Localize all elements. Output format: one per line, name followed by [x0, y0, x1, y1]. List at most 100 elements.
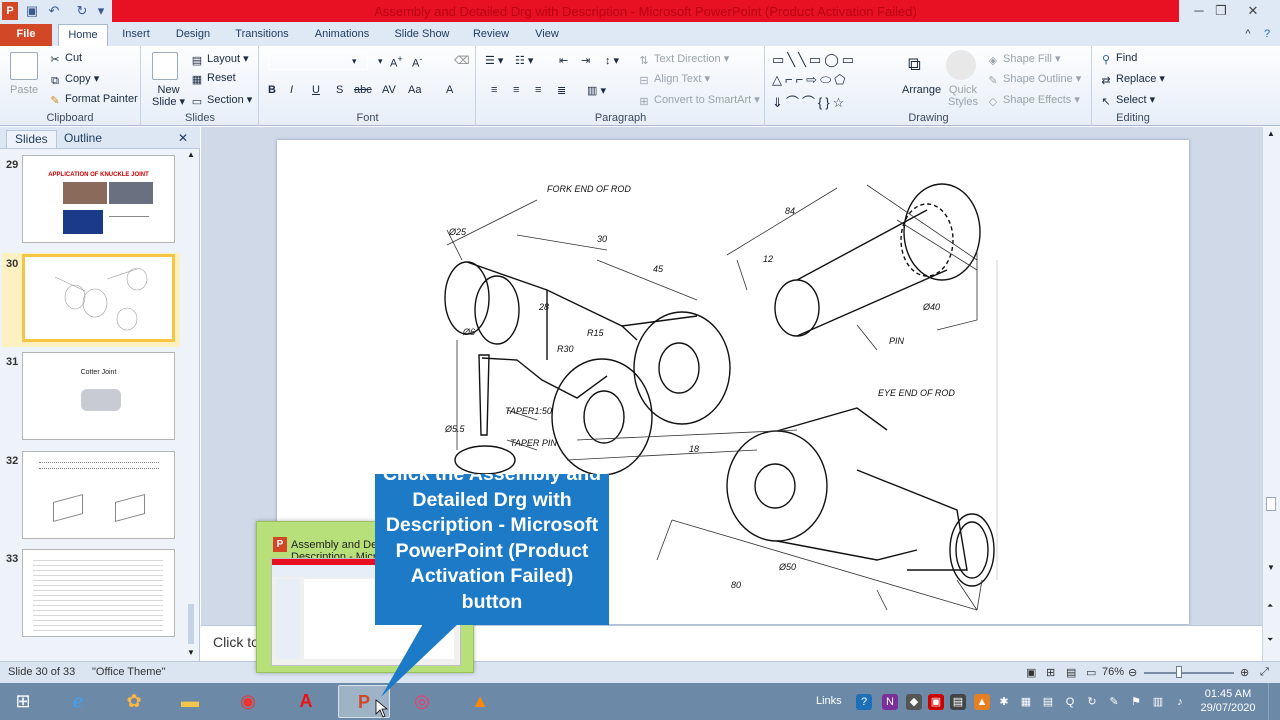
tab-slide-show[interactable]: Slide Show — [388, 24, 456, 46]
customize-qat-icon[interactable]: ▾ — [96, 3, 106, 19]
normal-view-icon[interactable]: ▣ — [1026, 666, 1036, 679]
flag-icon[interactable]: ⚑ — [1128, 694, 1144, 710]
fit-slide-icon[interactable]: ⤢ — [1260, 666, 1269, 679]
increase-indent-icon[interactable]: ⇥ — [581, 54, 590, 67]
tab-outline[interactable]: Outline — [56, 130, 110, 148]
onenote-tray-icon[interactable]: N — [882, 694, 898, 710]
slide-scrollbar[interactable]: ▲ ▼ ⏶ ⏷ — [1262, 127, 1280, 661]
zoom-in-icon[interactable]: ⊕ — [1240, 666, 1249, 679]
scroll-up-icon[interactable]: ▲ — [187, 150, 195, 159]
tray-icon[interactable]: ▣ — [928, 694, 944, 710]
clear-formatting-icon[interactable]: ⌫ — [454, 54, 470, 67]
tab-slides[interactable]: Slides — [6, 130, 57, 148]
undo-icon[interactable]: ↶ — [46, 3, 62, 19]
paste-icon[interactable] — [10, 52, 38, 80]
quick-styles-icon[interactable] — [946, 50, 976, 80]
select-button[interactable]: ↖ Select ▾ — [1099, 93, 1155, 108]
tray-icon[interactable]: ▤ — [950, 694, 966, 710]
close-panel-button[interactable]: ✕ — [178, 130, 188, 148]
align-left-icon[interactable]: ≡ — [491, 84, 497, 96]
scroll-down-icon[interactable]: ▼ — [187, 648, 195, 657]
zoom-out-icon[interactable]: ⊖ — [1128, 666, 1137, 679]
character-spacing-button[interactable]: AV — [382, 84, 396, 96]
show-desktop-button[interactable] — [1268, 683, 1280, 720]
volume-icon[interactable]: ♪ — [1172, 694, 1188, 710]
tab-transitions[interactable]: Transitions — [226, 24, 298, 46]
section-button[interactable]: ▭ Section ▾ — [190, 93, 252, 108]
reading-view-icon[interactable]: ▤ — [1066, 666, 1076, 679]
tab-insert[interactable]: Insert — [114, 24, 158, 46]
find-button[interactable]: ⚲ Find — [1099, 52, 1137, 66]
reset-button[interactable]: ▦ Reset — [190, 72, 236, 86]
text-direction-button[interactable]: ⇅ Text Direction ▾ — [637, 52, 729, 67]
tab-file[interactable]: File — [0, 24, 52, 46]
replace-button[interactable]: ⇄ Replace ▾ — [1099, 72, 1165, 87]
bold-button[interactable]: B — [268, 84, 276, 96]
align-right-icon[interactable]: ≡ — [535, 84, 541, 96]
tray-icon[interactable]: ▲ — [974, 694, 990, 710]
tab-home[interactable]: Home — [58, 24, 108, 46]
taskbar-circle-app-icon[interactable]: ◎ — [396, 685, 448, 718]
shrink-font-icon[interactable]: A- — [412, 54, 422, 70]
slide-show-icon[interactable]: ▭ — [1086, 666, 1096, 679]
grow-font-icon[interactable]: A+ — [390, 54, 403, 70]
strikethrough-button[interactable]: abc — [354, 84, 372, 96]
slide-thumbnail-29[interactable]: APPLICATION OF KNUCKLE JOINT — [22, 155, 175, 243]
help-icon[interactable]: ? — [1258, 24, 1276, 46]
italic-button[interactable]: I — [290, 84, 293, 96]
tray-icon[interactable]: ↻ — [1084, 694, 1100, 710]
slide-thumbnail-31[interactable]: Cotter Joint — [22, 352, 175, 440]
taskbar-ie-icon[interactable]: ℯ — [52, 685, 104, 718]
maximize-button[interactable]: ❐ — [1206, 2, 1236, 20]
taskbar-powerpoint-button[interactable]: P — [338, 685, 390, 718]
taskbar-chrome-icon[interactable]: ◉ — [222, 685, 274, 718]
taskbar-paint-icon[interactable]: ✿ — [108, 685, 160, 718]
links-toolbar[interactable]: Links — [816, 695, 842, 707]
arrange-icon[interactable]: ⧉ — [908, 54, 921, 75]
shapes-gallery[interactable]: ▭╲╲▭◯▭ — [772, 52, 857, 68]
slide-thumbnail-33[interactable] — [22, 549, 175, 637]
taskbar-acrobat-icon[interactable]: A — [280, 685, 332, 718]
shapes-gallery-row2[interactable]: △⌐⌐⇨⬭⬠ — [772, 72, 848, 88]
shape-outline-button[interactable]: ✎ Shape Outline ▾ — [986, 72, 1081, 87]
tray-icon[interactable]: ▤ — [1040, 694, 1056, 710]
slides-panel-scrollbar[interactable]: ▲ ▼ — [184, 150, 198, 660]
bluetooth-icon[interactable]: ✱ — [996, 694, 1012, 710]
columns-icon[interactable]: ▥ ▾ — [587, 84, 606, 97]
font-name-dropdown-icon[interactable]: ▾ — [352, 56, 357, 67]
new-slide-button[interactable]: New Slide ▾ — [152, 84, 185, 108]
clock[interactable]: 01:45 AM 29/07/2020 — [1198, 687, 1258, 715]
change-case-button[interactable]: Aa — [408, 84, 421, 96]
bullets-icon[interactable]: ☰ ▾ — [485, 54, 503, 67]
quick-styles-button[interactable]: Quick Styles — [948, 84, 978, 108]
next-slide-icon[interactable]: ⏷ — [1267, 635, 1273, 645]
shadow-button[interactable]: S — [336, 84, 343, 96]
slide-sorter-icon[interactable]: ⊞ — [1046, 666, 1055, 679]
help-tray-icon[interactable]: ? — [856, 694, 872, 710]
taskbar-vlc-icon[interactable]: ▲ — [454, 685, 506, 718]
shape-effects-button[interactable]: ◇ Shape Effects ▾ — [986, 93, 1080, 108]
tray-icon[interactable]: Q — [1062, 694, 1078, 710]
new-slide-icon[interactable] — [152, 52, 178, 80]
zoom-slider[interactable] — [1144, 672, 1234, 674]
zoom-slider-thumb[interactable] — [1176, 666, 1182, 678]
tray-icon[interactable]: ◆ — [906, 694, 922, 710]
convert-smartart-button[interactable]: ⊞ Convert to SmartArt ▾ — [637, 93, 759, 108]
format-painter-button[interactable]: ✎ Format Painter — [48, 93, 137, 107]
slide-thumbnail-32[interactable] — [22, 451, 175, 539]
start-button[interactable]: ⊞ — [0, 685, 46, 718]
paste-button[interactable]: Paste — [10, 84, 38, 96]
arrange-button[interactable]: Arrange — [902, 84, 941, 96]
scroll-thumb[interactable] — [188, 604, 194, 644]
scroll-down-icon[interactable]: ▼ — [1267, 563, 1275, 572]
redo-icon[interactable]: ↻ — [74, 3, 90, 19]
close-button[interactable]: ✕ — [1238, 2, 1268, 20]
previous-slide-icon[interactable]: ⏶ — [1267, 601, 1273, 611]
tab-review[interactable]: Review — [466, 24, 516, 46]
font-color-button[interactable]: A — [446, 84, 453, 96]
save-icon[interactable]: ▣ — [24, 3, 40, 19]
tab-animations[interactable]: Animations — [306, 24, 378, 46]
align-center-icon[interactable]: ≡ — [513, 84, 519, 96]
taskbar-explorer-icon[interactable]: ▬ — [164, 685, 216, 718]
cut-button[interactable]: ✂ Cut — [48, 52, 82, 66]
